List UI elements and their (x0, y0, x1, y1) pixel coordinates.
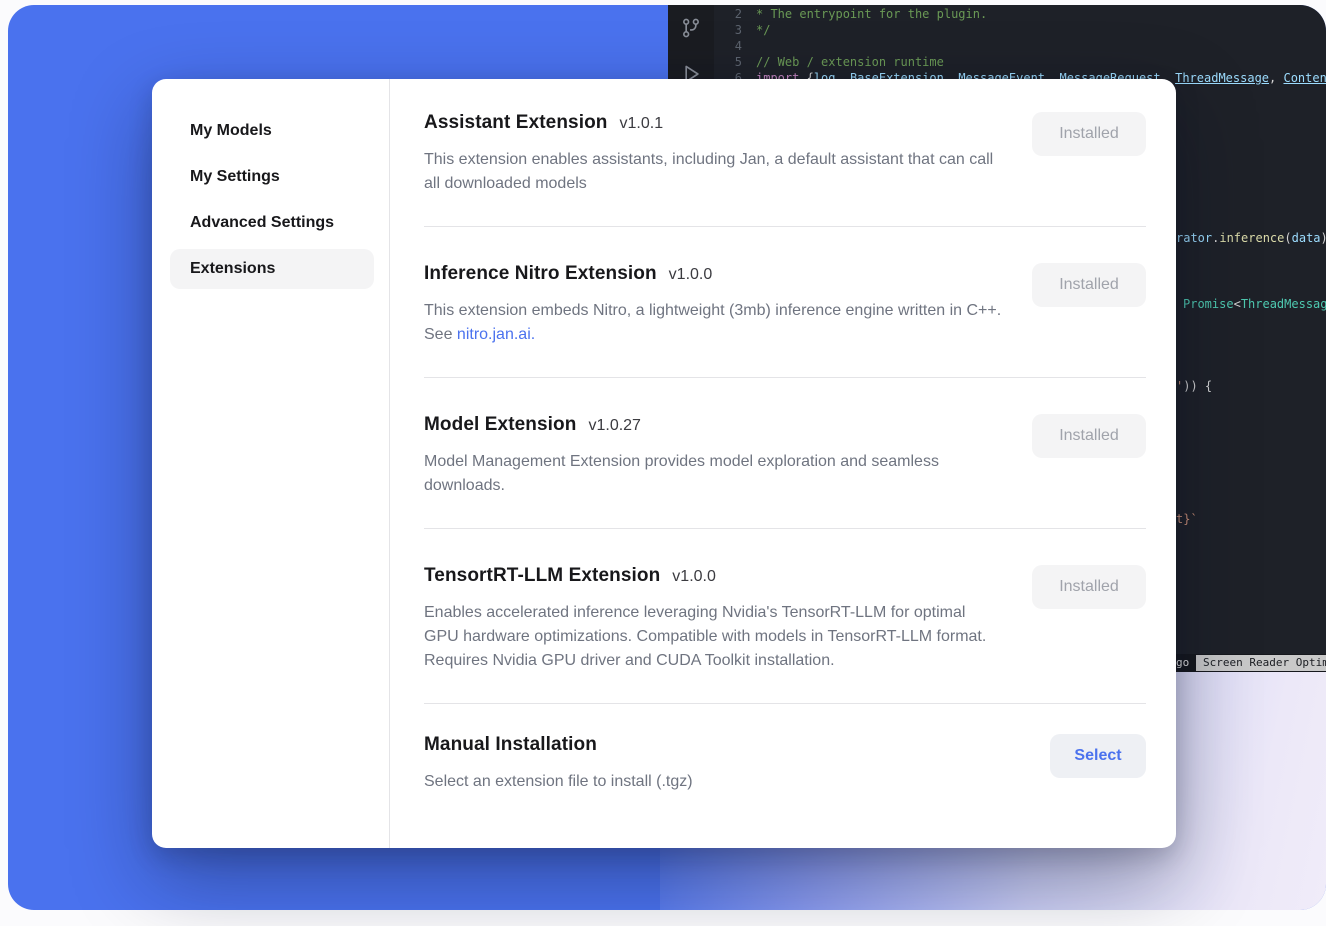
extension-description: Enables accelerated inference leveraging… (424, 601, 1002, 673)
code-line: 5 // Web / extension runtime (714, 54, 1326, 70)
code-fragment: ')) { (1176, 379, 1212, 393)
extension-row-assistant: Assistant Extension v1.0.1 This extensio… (424, 79, 1146, 227)
extension-version: v1.0.1 (620, 115, 664, 133)
code-text: */ (756, 22, 770, 38)
installed-button[interactable]: Installed (1032, 112, 1146, 156)
code-fragment: t}` (1176, 512, 1198, 526)
extension-title: TensortRT-LLM Extension (424, 565, 660, 587)
nitro-jan-ai-link[interactable]: nitro.jan.ai. (457, 326, 535, 343)
extension-row-nitro: Inference Nitro Extension v1.0.0 This ex… (424, 227, 1146, 378)
extension-info: Model Extension v1.0.27 Model Management… (424, 414, 1032, 498)
settings-sidebar: My Models My Settings Advanced Settings … (152, 79, 390, 848)
code-line: 2 * The entrypoint for the plugin. (714, 6, 1326, 22)
installed-button[interactable]: Installed (1032, 565, 1146, 609)
extension-description: This extension enables assistants, inclu… (424, 148, 1002, 196)
select-file-button[interactable]: Select (1050, 734, 1146, 778)
line-number: 5 (714, 54, 742, 70)
source-control-icon[interactable] (680, 17, 702, 39)
extensions-list: Assistant Extension v1.0.1 This extensio… (390, 79, 1176, 848)
manual-installation-description: Select an extension file to install (.tg… (424, 770, 1014, 794)
sidebar-item-advanced-settings[interactable]: Advanced Settings (170, 203, 374, 243)
extension-info: Assistant Extension v1.0.1 This extensio… (424, 112, 1032, 196)
code-line: 4 (714, 38, 1326, 54)
manual-installation-title: Manual Installation (424, 734, 597, 756)
extension-version: v1.0.0 (672, 568, 716, 586)
extension-version: v1.0.27 (588, 417, 640, 435)
code-text: * The entrypoint for the plugin. (756, 6, 987, 22)
line-number: 4 (714, 38, 742, 54)
code-fragment: rator.inference(data)); (1176, 231, 1326, 245)
extension-title: Model Extension (424, 414, 576, 436)
installed-button[interactable]: Installed (1032, 263, 1146, 307)
status-text: go (1176, 654, 1189, 672)
extension-info: TensortRT-LLM Extension v1.0.0 Enables a… (424, 565, 1032, 673)
code-area: 2* The entrypoint for the plugin. 3*/ 4 … (714, 6, 1326, 86)
manual-installation-info: Manual Installation Select an extension … (424, 734, 1044, 794)
sidebar-item-my-models[interactable]: My Models (170, 111, 374, 151)
line-number: 2 (714, 6, 742, 22)
sidebar-item-extensions[interactable]: Extensions (170, 249, 374, 289)
code-fragment: Promise<ThreadMessage> (1183, 297, 1326, 311)
extension-title: Assistant Extension (424, 112, 608, 134)
extension-description: Model Management Extension provides mode… (424, 450, 1002, 498)
line-number: 3 (714, 22, 742, 38)
extension-description: This extension embeds Nitro, a lightweig… (424, 299, 1002, 347)
extension-version: v1.0.0 (669, 266, 713, 284)
settings-modal: My Models My Settings Advanced Settings … (152, 79, 1176, 848)
code-text: // Web / extension runtime (756, 54, 944, 70)
extension-row-model: Model Extension v1.0.27 Model Management… (424, 378, 1146, 529)
extension-row-tensorrt: TensortRT-LLM Extension v1.0.0 Enables a… (424, 529, 1146, 704)
sidebar-item-my-settings[interactable]: My Settings (170, 157, 374, 197)
screen-reader-chip[interactable]: Screen Reader Optimized (1196, 655, 1326, 671)
manual-installation-row: Manual Installation Select an extension … (424, 704, 1146, 824)
extension-title: Inference Nitro Extension (424, 263, 657, 285)
code-line: 3 */ (714, 22, 1326, 38)
extension-info: Inference Nitro Extension v1.0.0 This ex… (424, 263, 1032, 347)
installed-button[interactable]: Installed (1032, 414, 1146, 458)
